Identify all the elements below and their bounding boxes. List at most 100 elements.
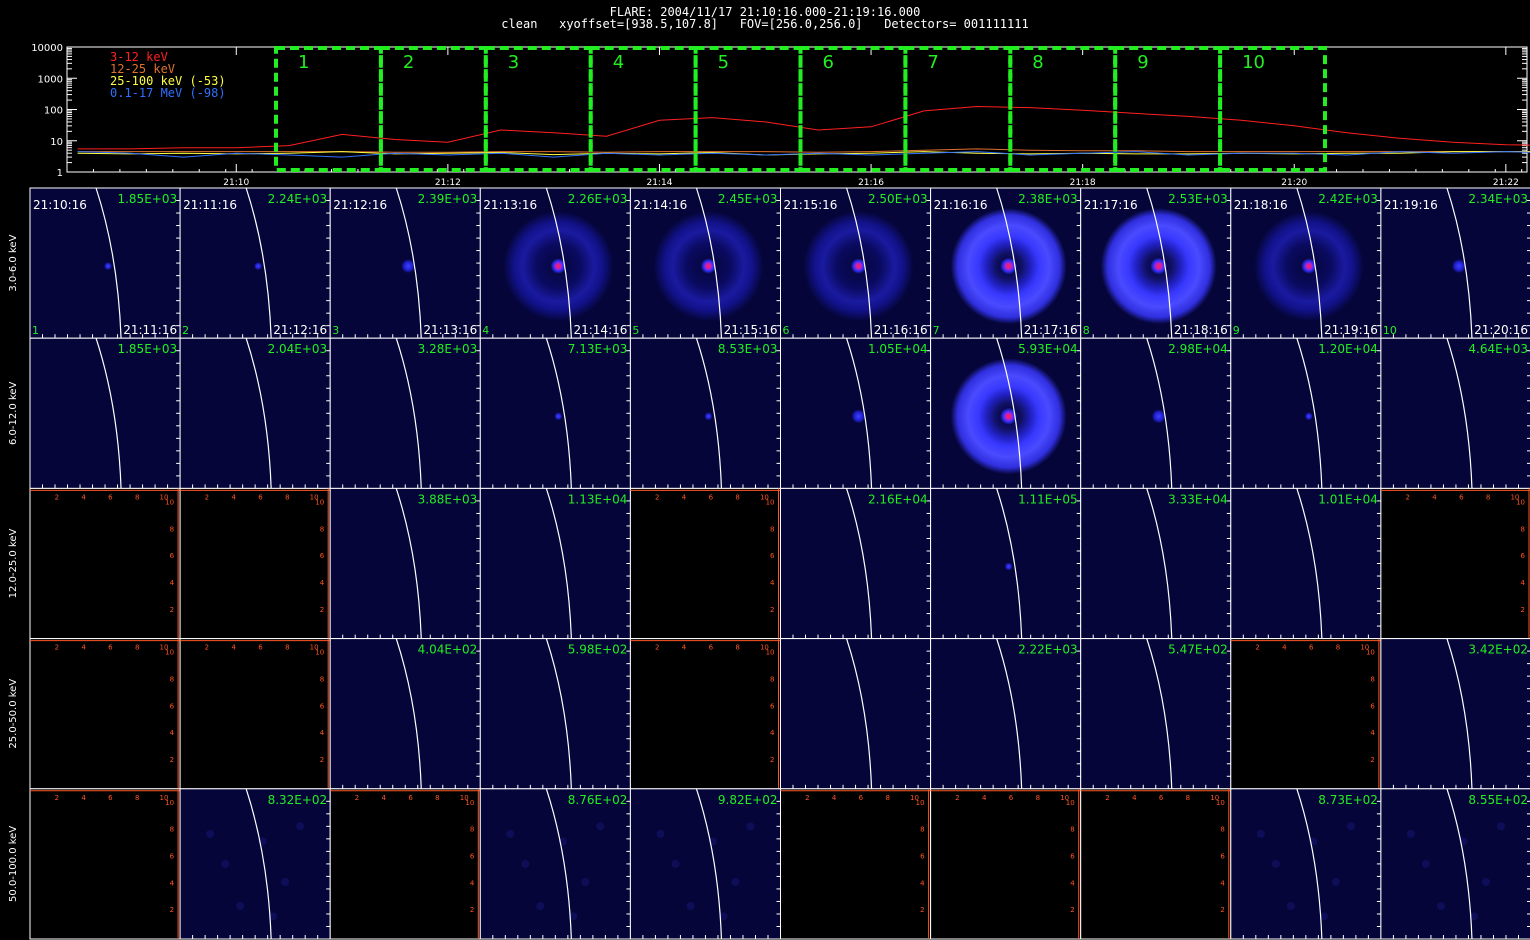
empty-axis-label: 8 (435, 794, 439, 802)
noise-blob (596, 822, 605, 831)
noise-blob (731, 877, 740, 886)
panel-start-time: 21:12:16 (333, 198, 387, 212)
empty-axis-label: 6 (920, 853, 925, 861)
panel-max-value: 2.50E+03 (868, 192, 928, 206)
empty-axis-label: 10 (766, 649, 775, 657)
empty-axis-label: 2 (1405, 493, 1409, 501)
panel-max-value: 7.13E+03 (568, 342, 628, 356)
image-panel: 8.73E+02 (1230, 788, 1382, 940)
source-dot (1151, 409, 1166, 424)
empty-axis-label: 8 (735, 644, 739, 652)
noise-blob (281, 877, 290, 886)
empty-axis-label: 8 (770, 676, 774, 684)
noise-blob (1331, 877, 1340, 886)
image-panel: 9.82E+02 (629, 788, 782, 940)
panel-frame (1380, 638, 1530, 790)
panel-max-value: 1.01E+04 (1318, 492, 1378, 506)
panel-start-time: 21:13:16 (483, 198, 537, 212)
empty-axis-label: 4 (1370, 729, 1375, 737)
panel-frame (1230, 788, 1382, 940)
empty-axis-label: 2 (205, 493, 209, 501)
image-panel: 5.47E+02 (1080, 638, 1232, 790)
empty-axis-label: 8 (320, 525, 324, 533)
empty-axis-label: 8 (1336, 644, 1340, 652)
panel-max-value: 2.38E+03 (1018, 192, 1078, 206)
empty-axis-label: 6 (320, 702, 325, 710)
image-panel: 2.39E+03 21:12:16 21:13:16 3 (329, 187, 481, 339)
panel-end-time: 21:15:16 (724, 323, 778, 337)
empty-axis-label: 8 (320, 676, 324, 684)
empty-axis-label: 8 (1521, 525, 1525, 533)
panel-max-value: 2.24E+03 (268, 192, 328, 206)
empty-axis-label: 10 (465, 799, 474, 807)
panel-frame (1080, 788, 1232, 940)
panel-start-time: 21:15:16 (784, 198, 838, 212)
empty-axis-label: 6 (770, 702, 775, 710)
image-panel: 224466881010 (1380, 487, 1530, 640)
empty-axis-label: 8 (1220, 826, 1224, 834)
panel-max-value: 3.33E+04 (1168, 492, 1228, 506)
empty-axis-label: 8 (470, 826, 474, 834)
panel-interval-number: 2 (182, 324, 189, 337)
panel-frame (329, 487, 481, 640)
empty-axis-label: 6 (1370, 702, 1375, 710)
empty-axis-label: 2 (170, 606, 174, 614)
empty-axis-label: 10 (1366, 649, 1375, 657)
panel-frame (629, 337, 782, 489)
empty-axis-label: 4 (982, 794, 987, 802)
noise-blob (671, 859, 680, 868)
noise-blob (1286, 901, 1295, 910)
empty-axis-label: 4 (320, 579, 325, 587)
noise-blob (1496, 822, 1505, 831)
panel-max-value: 4.04E+02 (418, 643, 478, 657)
panel-frame (479, 337, 631, 489)
panel-max-value: 5.98E+02 (568, 643, 628, 657)
panel-frame (479, 487, 631, 640)
empty-axis-label: 8 (1486, 493, 1490, 501)
empty-axis-label: 4 (231, 493, 236, 501)
empty-axis-label: 2 (355, 794, 359, 802)
empty-axis-label: 2 (655, 493, 659, 501)
image-panel: 2.26E+03 21:13:16 21:14:16 4 (479, 187, 631, 339)
source-dot (704, 412, 713, 421)
empty-axis-label: 8 (285, 493, 289, 501)
empty-axis-label: 2 (1521, 606, 1525, 614)
panel-interval-number: 3 (332, 324, 339, 337)
row-label-energy: 3.0-6.0 keV (8, 234, 19, 291)
panel-frame (629, 487, 782, 640)
panel-interval-number: 10 (1383, 324, 1397, 337)
noise-blob (236, 901, 245, 910)
panel-interval-number: 4 (482, 324, 489, 337)
empty-axis-label: 4 (231, 644, 236, 652)
noise-blob (1346, 822, 1355, 831)
image-panel: 4.04E+02 (329, 638, 481, 790)
empty-axis-label: 2 (920, 906, 924, 914)
empty-axis-label: 6 (258, 644, 263, 652)
empty-axis-label: 2 (320, 756, 324, 764)
image-panel: 224466881010 (29, 788, 181, 940)
image-panel: 3.42E+02 (1380, 638, 1530, 790)
empty-axis-label: 2 (55, 493, 59, 501)
empty-axis-label: 10 (165, 799, 174, 807)
empty-axis-label: 4 (1220, 879, 1225, 887)
empty-axis-label: 10 (165, 498, 174, 506)
panel-max-value: 8.32E+02 (268, 793, 328, 807)
image-panel: 2.22E+03 (930, 638, 1082, 790)
empty-axis-label: 4 (1070, 879, 1075, 887)
empty-axis-label: 8 (170, 676, 174, 684)
image-panel: 224466881010 (780, 788, 932, 940)
panel-start-time: 21:11:16 (183, 198, 237, 212)
panel-end-time: 21:11:16 (123, 323, 177, 337)
image-panel: 1.85E+03 21:10:16 21:11:16 1 (29, 187, 181, 339)
panel-frame (629, 788, 782, 940)
panel-start-time: 21:10:16 (33, 198, 87, 212)
noise-blob (1256, 829, 1265, 838)
source-dot (401, 259, 416, 274)
empty-axis-label: 2 (1220, 906, 1224, 914)
empty-axis-label: 4 (1432, 493, 1437, 501)
image-panel: 5.98E+02 (479, 638, 631, 790)
panel-max-value: 1.05E+04 (868, 342, 928, 356)
empty-axis-label: 6 (108, 644, 113, 652)
source-dot (1451, 259, 1466, 274)
image-panel: 2.38E+03 21:16:16 21:17:16 7 (930, 187, 1082, 339)
